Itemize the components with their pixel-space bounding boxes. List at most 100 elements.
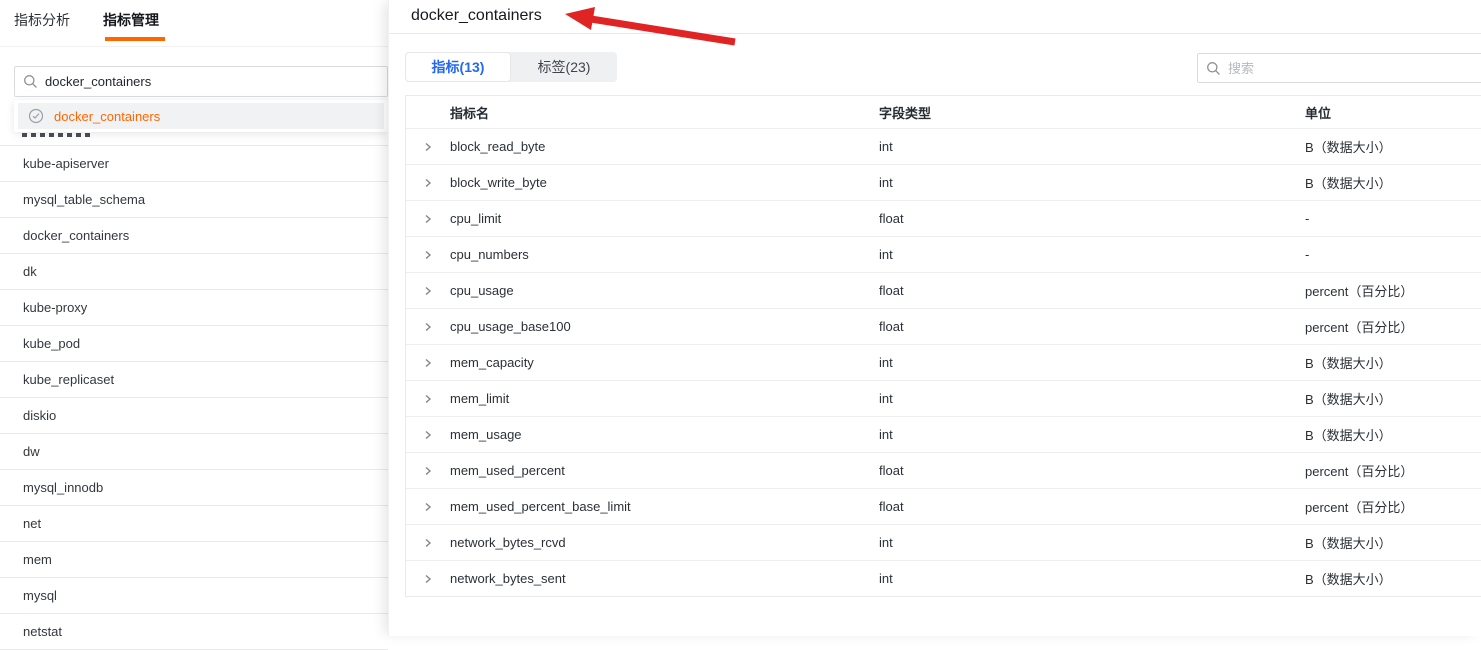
table-row: mem_limit int B（数据大小）: [406, 380, 1481, 416]
row-expand-button[interactable]: [406, 201, 450, 236]
table-search-box[interactable]: [1197, 53, 1481, 83]
row-expand-button[interactable]: [406, 309, 450, 344]
column-header-unit: 单位: [1305, 105, 1332, 121]
title-divider: [389, 33, 1481, 34]
list-item[interactable]: kube_pod: [0, 326, 388, 362]
list-item[interactable]: mysql: [0, 578, 388, 614]
tab-metric-management[interactable]: 指标管理: [103, 10, 159, 30]
list-item[interactable]: dk: [0, 254, 388, 290]
metrics-table: 指标名 字段类型 单位 block_read_byte int B（数据大小） …: [405, 95, 1481, 597]
list-item[interactable]: kube_replicaset: [0, 362, 388, 398]
row-expand-button[interactable]: [406, 453, 450, 488]
field-type-cell: int: [879, 175, 893, 190]
table-row: block_read_byte int B（数据大小）: [406, 128, 1481, 164]
tab-labels[interactable]: 标签(23): [511, 52, 617, 82]
row-expand-button[interactable]: [406, 129, 450, 164]
unit-cell: -: [1305, 211, 1310, 226]
unit-cell: percent（百分比）: [1305, 320, 1414, 335]
unit-cell: percent（百分比）: [1305, 500, 1414, 515]
unit-cell: B（数据大小）: [1305, 536, 1392, 551]
metric-name-cell: block_read_byte: [450, 139, 546, 154]
list-item[interactable]: docker_containers: [0, 218, 388, 254]
field-type-cell: float: [879, 463, 904, 478]
row-expand-button[interactable]: [406, 273, 450, 308]
column-header-field-type: 字段类型: [879, 105, 932, 121]
list-item[interactable]: mysql_innodb: [0, 470, 388, 506]
field-type-cell: int: [879, 139, 893, 154]
table-search-input[interactable]: [1228, 60, 1481, 76]
list-item[interactable]: diskio: [0, 398, 388, 434]
chevron-right-icon: [425, 466, 432, 475]
table-row: cpu_usage_base100 float percent（百分比）: [406, 308, 1481, 344]
unit-cell: B（数据大小）: [1305, 176, 1392, 191]
chevron-right-icon: [425, 574, 432, 583]
field-type-cell: int: [879, 535, 893, 550]
table-row: block_write_byte int B（数据大小）: [406, 164, 1481, 200]
chevron-right-icon: [425, 214, 432, 223]
chevron-right-icon: [425, 430, 432, 439]
field-type-cell: int: [879, 391, 893, 406]
table-row: mem_used_percent float percent（百分比）: [406, 452, 1481, 488]
active-tab-underline: [105, 37, 165, 41]
unit-cell: percent（百分比）: [1305, 284, 1414, 299]
table-header-row: 指标名 字段类型 单位: [406, 96, 1481, 128]
unit-cell: percent（百分比）: [1305, 464, 1414, 479]
suggestion-item-docker-containers[interactable]: docker_containers: [18, 103, 384, 129]
metric-name-cell: mem_usage: [450, 427, 522, 442]
tab-metrics[interactable]: 指标(13): [405, 52, 511, 82]
metric-search-box[interactable]: [14, 66, 388, 97]
gauge-icon: [28, 108, 44, 124]
metric-name-cell: mem_limit: [450, 391, 510, 406]
table-row: mem_capacity int B（数据大小）: [406, 344, 1481, 380]
chevron-right-icon: [425, 358, 432, 367]
list-item[interactable]: mem: [0, 542, 388, 578]
table-row: mem_used_percent_base_limit float percen…: [406, 488, 1481, 524]
list-item[interactable]: mysql_table_schema: [0, 182, 388, 218]
search-suggestion-panel: docker_containers: [14, 100, 388, 132]
unit-cell: B（数据大小）: [1305, 428, 1392, 443]
table-row: mem_usage int B（数据大小）: [406, 416, 1481, 452]
metric-name-cell: mem_capacity: [450, 355, 534, 370]
row-expand-button[interactable]: [406, 489, 450, 524]
row-expand-button[interactable]: [406, 237, 450, 272]
list-item[interactable]: kube-proxy: [0, 290, 388, 326]
drawer-title: docker_containers: [411, 7, 542, 24]
list-item[interactable]: netstat: [0, 614, 388, 650]
list-item[interactable]: kube-apiserver: [0, 146, 388, 182]
field-type-cell: int: [879, 355, 893, 370]
unit-cell: -: [1305, 247, 1310, 262]
row-expand-button[interactable]: [406, 165, 450, 200]
field-type-cell: float: [879, 319, 904, 334]
chevron-right-icon: [425, 286, 432, 295]
table-row: cpu_usage float percent（百分比）: [406, 272, 1481, 308]
metric-name-cell: mem_used_percent: [450, 463, 565, 478]
column-header-metric-name: 指标名: [450, 105, 490, 121]
metric-name-cell: block_write_byte: [450, 175, 547, 190]
metric-source-list: kube-apiserver mysql_table_schema docker…: [0, 110, 388, 650]
metrics-sidebar: 指标分析 指标管理 kube-apiserver mysql_table_sch…: [0, 0, 388, 650]
row-expand-button[interactable]: [406, 381, 450, 416]
metric-detail-drawer: docker_containers 指标(13) 标签(23) 指标名 字段类型…: [388, 0, 1481, 636]
chevron-right-icon: [425, 178, 432, 187]
unit-cell: B（数据大小）: [1305, 572, 1392, 587]
chevron-right-icon: [425, 250, 432, 259]
field-type-cell: float: [879, 499, 904, 514]
obscured-text: [22, 133, 94, 137]
row-expand-button[interactable]: [406, 345, 450, 380]
unit-cell: B（数据大小）: [1305, 140, 1392, 155]
metric-search-input[interactable]: [45, 74, 379, 89]
unit-cell: B（数据大小）: [1305, 356, 1392, 371]
chevron-right-icon: [425, 502, 432, 511]
list-item[interactable]: dw: [0, 434, 388, 470]
field-type-cell: int: [879, 571, 893, 586]
table-row: network_bytes_rcvd int B（数据大小）: [406, 524, 1481, 560]
row-expand-button[interactable]: [406, 417, 450, 452]
metric-name-cell: network_bytes_rcvd: [450, 535, 566, 550]
metric-name-cell: cpu_numbers: [450, 247, 529, 262]
metric-name-cell: mem_used_percent_base_limit: [450, 499, 631, 514]
list-item[interactable]: net: [0, 506, 388, 542]
field-type-cell: int: [879, 247, 893, 262]
tab-metric-analysis[interactable]: 指标分析: [14, 10, 70, 30]
row-expand-button[interactable]: [406, 525, 450, 560]
row-expand-button[interactable]: [406, 561, 450, 596]
